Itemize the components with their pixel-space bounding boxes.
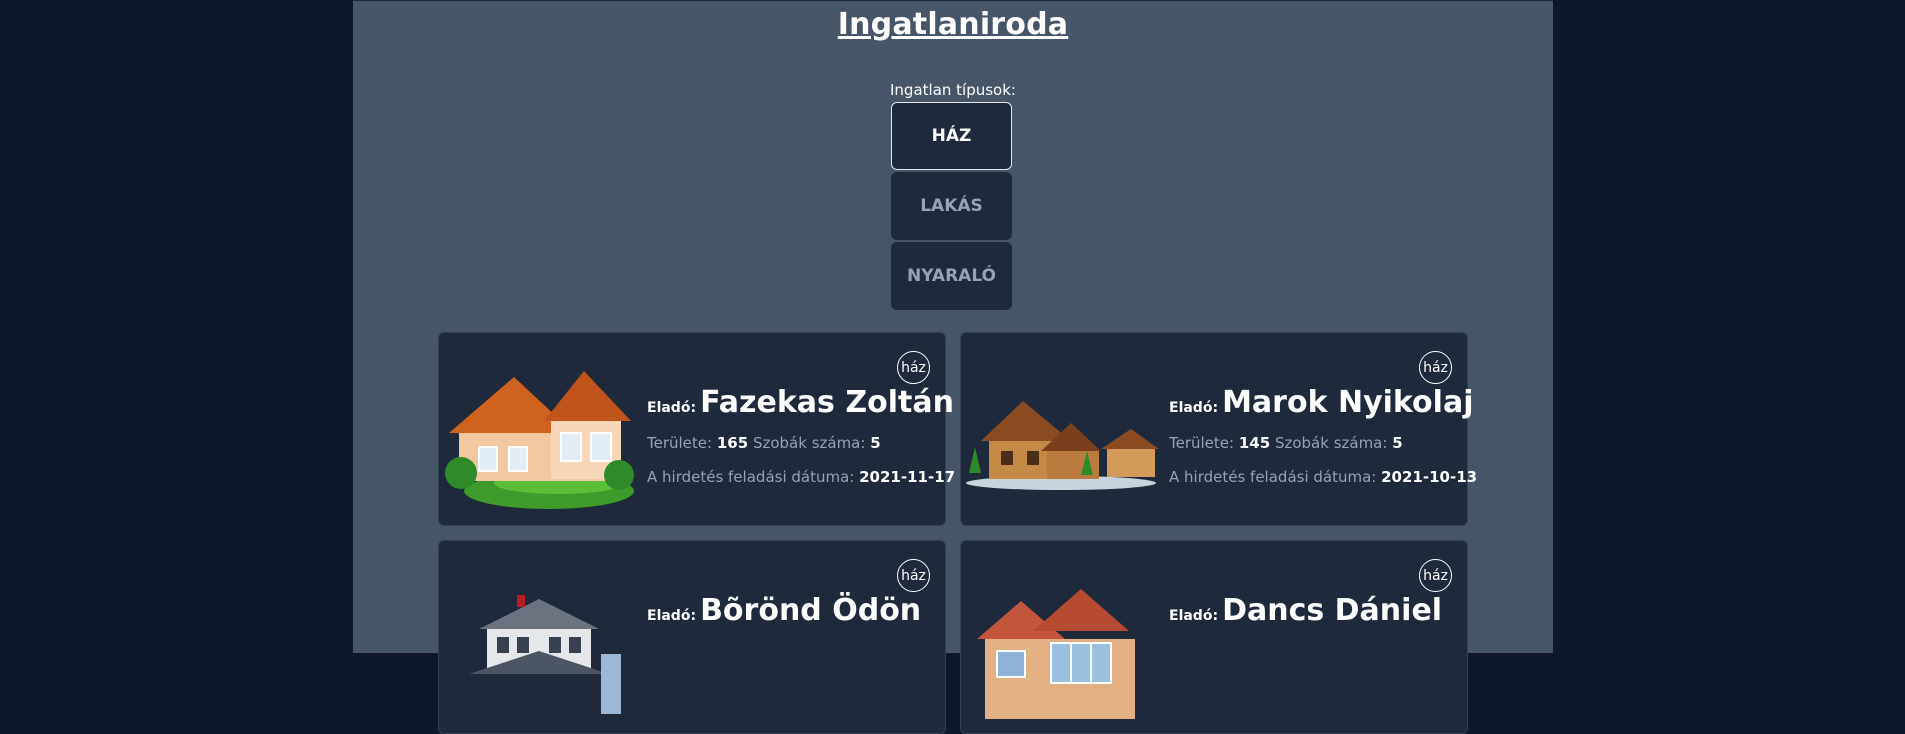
- type-badge: ház: [1419, 351, 1452, 384]
- type-button-haz[interactable]: HÁZ: [891, 102, 1012, 170]
- date-label: A hirdetés feladási dátuma:: [1169, 468, 1377, 486]
- seller-name: Marok Nyikolaj: [1222, 385, 1474, 420]
- seller-name: Fazekas Zoltán: [700, 385, 954, 420]
- seller-label: Eladó:: [647, 400, 697, 416]
- rooms-label: Szobák száma:: [752, 434, 866, 452]
- seller-label: Eladó:: [1169, 608, 1219, 624]
- wooden-house-photo-icon: [966, 401, 1159, 490]
- listing-card[interactable]: Eladó: Marok Nyikolaj Területe: 145 Szob…: [960, 332, 1477, 526]
- white-house-photo-icon: [469, 595, 621, 714]
- seller-name: Bõrönd Ödön: [700, 593, 922, 628]
- area-label: Területe:: [647, 434, 713, 452]
- seller-name: Dancs Dániel: [1222, 593, 1443, 628]
- listing-card[interactable]: Eladó: Bõrönd Ödön ház: [438, 540, 946, 734]
- seller-label: Eladó:: [1169, 400, 1219, 416]
- main-container: Ingatlaniroda Ingatlan típusok: HÁZ LAKÁ…: [353, 0, 1553, 734]
- rooms-value: 5: [1392, 434, 1403, 452]
- seller-label: Eladó:: [647, 608, 697, 624]
- area-value: 165: [716, 434, 749, 452]
- types-label: Ingatlan típusok:: [890, 81, 1016, 99]
- date-value: 2021-11-17: [859, 468, 956, 486]
- date-label: A hirdetés feladási dátuma:: [647, 468, 855, 486]
- page-title: Ingatlaniroda: [837, 7, 1069, 42]
- type-badge: ház: [1419, 559, 1452, 592]
- area-label: Területe:: [1169, 434, 1235, 452]
- rooms-label: Szobák száma:: [1274, 434, 1388, 452]
- brick-house-photo-icon: [977, 589, 1135, 719]
- area-value: 145: [1238, 434, 1271, 452]
- type-button-lakas[interactable]: LAKÁS: [891, 172, 1012, 240]
- date-value: 2021-10-13: [1381, 468, 1478, 486]
- type-badge: ház: [897, 559, 930, 592]
- listing-card[interactable]: Eladó: Dancs Dániel ház: [960, 540, 1468, 734]
- type-badge: ház: [897, 351, 930, 384]
- rooms-value: 5: [870, 434, 881, 452]
- type-button-nyaralo[interactable]: NYARALÓ: [891, 242, 1012, 310]
- house-photo-icon: [445, 371, 634, 509]
- listing-card[interactable]: Eladó: Fazekas Zoltán Területe: 165 Szob…: [438, 332, 955, 526]
